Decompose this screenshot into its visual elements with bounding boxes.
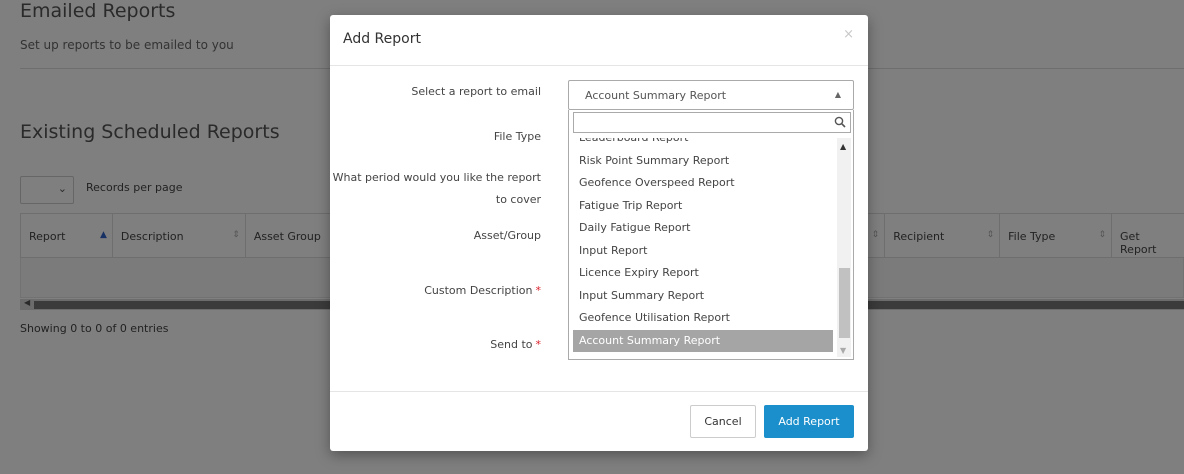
close-icon[interactable]: × [843,27,854,42]
period-label-line1: What period would you like the report [332,171,541,184]
scrollbar-thumb[interactable] [839,268,850,338]
file-type-label: File Type [493,130,541,143]
period-label: What period would you like the report to… [281,169,541,209]
custom-description-label: Custom Description * [281,282,541,300]
report-option[interactable]: Leaderboard Report [573,138,833,149]
asset-group-label: Asset/Group [473,229,541,242]
modal-title: Add Report [343,31,421,47]
scroll-up-icon[interactable]: ▲ [840,142,846,151]
add-report-button[interactable]: Add Report [764,405,854,438]
required-mark: * [535,284,542,297]
report-option[interactable]: Account Summary Report [573,329,833,352]
report-option[interactable]: Daily Fatigue Report [573,217,833,239]
dropdown-search-input[interactable] [574,115,824,134]
modal-footer: Cancel Add Report [330,391,868,451]
report-option-list: Leaderboard ReportRisk Point Summary Rep… [573,138,849,357]
cancel-button[interactable]: Cancel [690,405,756,438]
report-option[interactable]: Risk Point Summary Report [573,150,833,172]
required-mark: * [535,338,542,351]
dropdown-scrollbar[interactable]: ▲ ▼ [837,138,851,357]
report-select-value: Account Summary Report [585,89,727,102]
select-report-label: Select a report to email [411,85,541,98]
send-to-text: Send to [490,338,533,351]
search-icon [834,116,846,128]
scroll-down-icon[interactable]: ▼ [840,346,846,355]
dropdown-search[interactable] [573,112,851,134]
report-option[interactable]: Fatigue Trip Report [573,195,833,217]
period-label-line2: to cover [495,193,541,206]
report-option[interactable]: Licence Expiry Report [573,262,833,284]
custom-description-text: Custom Description [424,284,533,297]
add-report-modal: Add Report × Select a report to email Fi… [330,15,868,451]
report-select[interactable]: Account Summary Report ▲ [568,80,854,110]
modal-header: Add Report × [330,15,868,66]
report-option[interactable]: Geofence Overspeed Report [573,172,833,194]
caret-up-icon: ▲ [834,90,841,99]
report-option[interactable]: Input Report [573,240,833,262]
report-option[interactable]: Input Summary Report [573,285,833,307]
report-dropdown: Leaderboard ReportRisk Point Summary Rep… [568,110,854,360]
send-to-label: Send to * [281,336,541,354]
report-option[interactable]: Geofence Utilisation Report [573,307,833,329]
